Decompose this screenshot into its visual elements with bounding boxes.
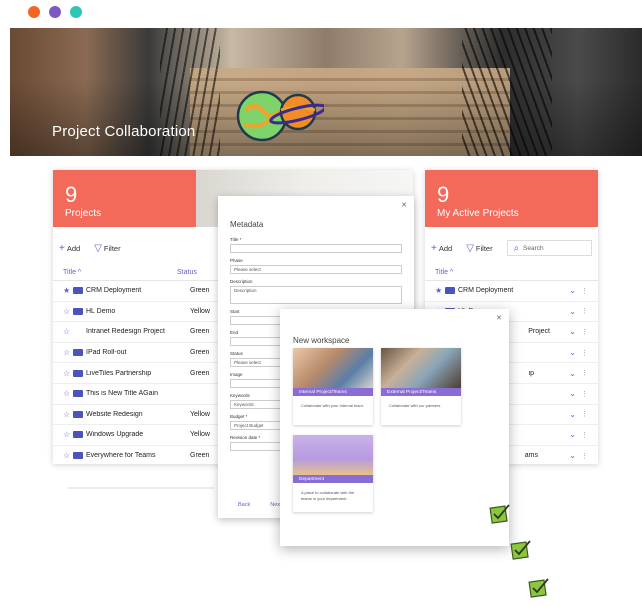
workspace-card-internal[interactable]: Internal Project/Teams Collaborate with …	[293, 348, 373, 425]
favorite-star-icon[interactable]: ☆	[63, 327, 73, 336]
more-icon[interactable]: ⋮	[576, 369, 588, 377]
favorite-star-icon[interactable]: ☆	[63, 430, 73, 439]
teams-icon	[73, 349, 83, 357]
column-title[interactable]: Title ^	[63, 269, 177, 276]
more-icon[interactable]: ⋮	[576, 410, 588, 418]
filter-button[interactable]: ▽ Filter	[94, 243, 120, 254]
window-dot-orange[interactable]	[28, 6, 40, 18]
window-dot-teal[interactable]	[70, 6, 82, 18]
back-button[interactable]: Back	[238, 502, 250, 508]
plus-icon: +	[431, 242, 437, 254]
card-image	[293, 435, 373, 475]
planet-logo-icon	[236, 90, 324, 142]
teams-icon	[73, 390, 83, 398]
chevron-down-icon[interactable]: ⌄	[569, 451, 576, 460]
favorite-star-icon[interactable]: ☆	[63, 410, 73, 419]
favorite-star-icon[interactable]: ☆	[63, 451, 73, 460]
phase-select[interactable]: Please select	[230, 265, 402, 274]
page-title: Project Collaboration	[52, 123, 196, 140]
active-projects-header: 9 My Active Projects	[425, 170, 598, 227]
field-description: Description Description	[230, 279, 402, 304]
teams-icon	[73, 369, 83, 377]
favorite-star-icon[interactable]: ☆	[63, 369, 73, 378]
title-input[interactable]	[230, 244, 402, 253]
more-icon[interactable]: ⋮	[576, 287, 588, 295]
add-button[interactable]: + Add	[431, 243, 452, 254]
card-image	[381, 348, 461, 388]
more-icon[interactable]: ⋮	[576, 431, 588, 439]
list-item[interactable]: ★ CRM Deployment ⌄ ⋮	[425, 281, 598, 302]
search-input[interactable]: ⌕ Search	[506, 240, 592, 256]
filter-button[interactable]: ▽ Filter	[466, 243, 492, 254]
chevron-down-icon[interactable]: ⌄	[569, 286, 576, 295]
favorite-star-icon[interactable]: ☆	[63, 307, 73, 316]
close-icon[interactable]: ✕	[401, 201, 407, 209]
checkbox-icon	[528, 578, 549, 598]
favorite-star-icon[interactable]: ★	[435, 286, 445, 295]
chevron-down-icon[interactable]: ⌄	[569, 410, 576, 419]
metadata-title: Metadata	[230, 220, 264, 229]
active-projects-toolbar: + Add ▽ Filter ⌕ Search	[425, 227, 598, 257]
next-button[interactable]: Nex	[270, 502, 280, 508]
more-icon[interactable]: ⋮	[576, 328, 588, 336]
chevron-down-icon[interactable]: ⌄	[569, 389, 576, 398]
active-projects-column-headers: Title ^	[425, 257, 598, 281]
filter-icon: ▽	[94, 242, 102, 254]
workspace-card-external[interactable]: External Project/Teams Collaborate with …	[381, 348, 461, 425]
chevron-down-icon[interactable]: ⌄	[569, 348, 576, 357]
workspace-title: New workspace	[293, 336, 350, 345]
favorite-star-icon[interactable]: ☆	[63, 389, 73, 398]
more-icon[interactable]: ⋮	[576, 452, 588, 460]
column-status[interactable]: Status	[177, 269, 197, 276]
favorite-star-icon[interactable]: ★	[63, 286, 73, 295]
active-projects-label: My Active Projects	[437, 208, 519, 219]
search-icon: ⌕	[513, 242, 520, 254]
filter-icon: ▽	[466, 242, 474, 254]
close-icon[interactable]: ✕	[496, 314, 502, 322]
add-button[interactable]: + Add	[59, 243, 80, 254]
chevron-down-icon[interactable]: ⌄	[569, 430, 576, 439]
more-icon[interactable]: ⋮	[576, 307, 588, 315]
window-controls	[28, 6, 82, 18]
new-workspace-dialog: ✕ New workspace Internal Project/Teams C…	[280, 309, 509, 546]
favorite-star-icon[interactable]: ☆	[63, 348, 73, 357]
description-input[interactable]: Description	[230, 286, 402, 304]
card-image	[293, 348, 373, 388]
teams-icon	[73, 431, 83, 439]
window-dot-purple[interactable]	[49, 6, 61, 18]
column-title[interactable]: Title ^	[435, 269, 549, 276]
checkbox-icon	[510, 540, 531, 560]
teams-icon	[445, 287, 455, 295]
checkbox-icon	[489, 504, 510, 524]
hero-banner: Project Collaboration	[10, 28, 642, 156]
plus-icon: +	[59, 242, 65, 254]
field-title: Title *	[230, 237, 402, 253]
chevron-down-icon[interactable]: ⌄	[569, 369, 576, 378]
chevron-down-icon[interactable]: ⌄	[569, 307, 576, 316]
workspace-card-department[interactable]: Department A place to collaborate with t…	[293, 435, 373, 512]
teams-icon	[73, 452, 83, 460]
teams-icon	[73, 287, 83, 295]
chevron-down-icon[interactable]: ⌄	[569, 327, 576, 336]
teams-icon	[73, 410, 83, 418]
teams-icon	[73, 307, 83, 315]
more-icon[interactable]: ⋮	[576, 390, 588, 398]
more-icon[interactable]: ⋮	[576, 349, 588, 357]
field-phase: Phase Please select	[230, 258, 402, 274]
active-projects-count: 9	[437, 182, 450, 207]
